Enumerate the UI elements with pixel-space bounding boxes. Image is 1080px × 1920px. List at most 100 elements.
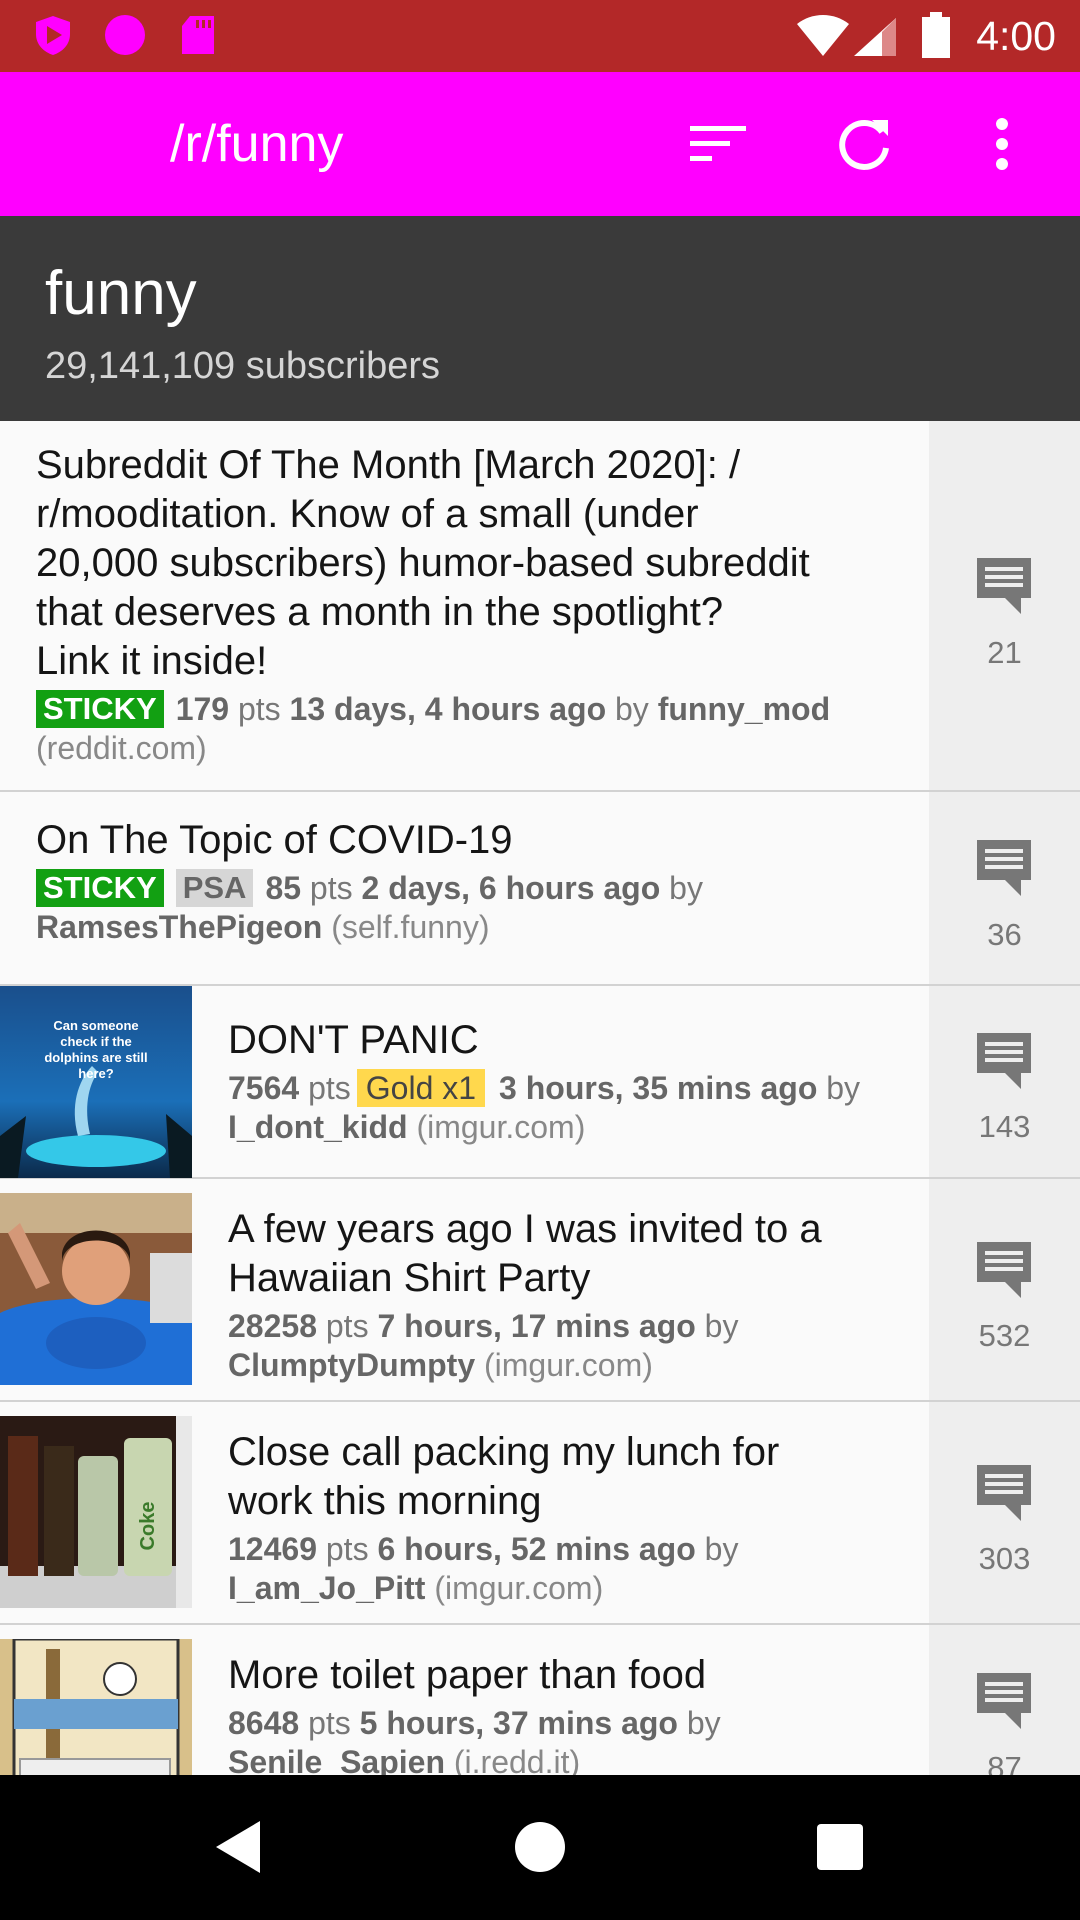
navigation-bar	[0, 1775, 1080, 1920]
post-domain: (imgur.com)	[434, 1570, 604, 1606]
subreddit-name: funny	[45, 259, 197, 328]
comment-count: 303	[978, 1541, 1031, 1576]
post-item[interactable]: A few years ago I was invited to a Hawai…	[0, 1179, 1080, 1402]
post-item[interactable]: Can someone check if the dolphins are st…	[0, 986, 1080, 1179]
comments-button[interactable]: 303	[929, 1402, 1080, 1623]
sd-card-icon	[182, 16, 214, 54]
sort-icon	[690, 126, 746, 161]
comment-icon	[977, 558, 1031, 614]
post-item[interactable]: On The Topic of COVID-19 STICKY PSA 85 pts…	[0, 792, 1080, 986]
post-title[interactable]: More toilet paper than food	[228, 1651, 899, 1700]
app-title: /r/funny	[170, 115, 344, 173]
comment-count: 532	[978, 1318, 1031, 1353]
post-list[interactable]: Subreddit Of The Month [March 2020]: / r…	[0, 421, 1080, 1775]
post-item[interactable]: More toilet paper than food 8648 pts 5 h…	[0, 1625, 1080, 1775]
post-age: 13 days, 4 hours ago	[289, 691, 607, 727]
comments-button[interactable]: 143	[929, 986, 1080, 1177]
sort-button[interactable]	[683, 108, 755, 180]
post-domain: (imgur.com)	[484, 1347, 653, 1383]
by-label: by	[826, 1070, 861, 1106]
pts-label: pts	[309, 870, 353, 906]
post-thumbnail[interactable]: Can someone check if the dolphins are st…	[0, 986, 192, 1178]
comment-icon	[977, 840, 1031, 896]
post-item[interactable]: Subreddit Of The Month [March 2020]: / r…	[0, 421, 1080, 792]
post-title[interactable]: A few years ago I was invited to a Hawai…	[228, 1205, 899, 1303]
post-score: 12469	[228, 1531, 317, 1567]
post-body[interactable]: A few years ago I was invited to a Hawai…	[0, 1179, 929, 1400]
comment-icon	[977, 1033, 1031, 1089]
by-label: by	[686, 1705, 721, 1741]
toilet-paper-thumbnail-image	[0, 1639, 192, 1775]
post-body[interactable]: On The Topic of COVID-19 STICKY PSA 85 pts…	[0, 792, 929, 984]
comment-count: 36	[987, 917, 1022, 952]
pts-label: pts	[237, 691, 281, 727]
post-meta: STICKY PSA 85 pts 2 days, 6 hours ago by Ra…	[36, 869, 899, 947]
post-score: 8648	[228, 1705, 300, 1741]
post-author[interactable]: ClumptyDumpty	[228, 1347, 475, 1383]
pts-label: pts	[325, 1531, 369, 1567]
post-body[interactable]: Coke Close call packing my lunch for wor…	[0, 1402, 929, 1623]
post-domain: (imgur.com)	[416, 1109, 586, 1145]
pts-label: pts	[308, 1705, 351, 1741]
post-body[interactable]: Subreddit Of The Month [March 2020]: / r…	[0, 421, 929, 790]
recents-icon[interactable]	[810, 1817, 870, 1877]
post-thumbnail[interactable]: Coke	[0, 1416, 192, 1608]
svg-text:dolphins are still: dolphins are still	[44, 1050, 147, 1065]
post-title[interactable]: On The Topic of COVID-19	[36, 816, 899, 865]
comments-button[interactable]: 87	[929, 1625, 1080, 1775]
post-author[interactable]: Senile_Sapien	[228, 1744, 445, 1775]
status-bar: 4:00	[0, 0, 1080, 72]
post-author[interactable]: I_am_Jo_Pitt	[228, 1570, 425, 1606]
post-domain: (reddit.com)	[36, 730, 207, 766]
post-thumbnail[interactable]	[0, 1193, 192, 1385]
post-domain: (self.funny)	[331, 909, 490, 945]
post-body[interactable]: More toilet paper than food 8648 pts 5 h…	[0, 1625, 929, 1775]
psa-flair: PSA	[175, 869, 254, 907]
signal-icon	[854, 18, 896, 56]
by-label: by	[615, 691, 649, 727]
back-icon[interactable]	[210, 1817, 270, 1877]
circle-icon	[105, 15, 145, 55]
comment-count: 143	[978, 1109, 1031, 1144]
post-meta: 28258 pts 7 hours, 17 mins ago by Clumpty…	[228, 1307, 899, 1385]
sticky-flair: STICKY	[36, 690, 164, 728]
subreddit-header: funny 29,141,109 subscribers	[0, 216, 1080, 421]
post-author[interactable]: funny_mod	[658, 691, 830, 727]
comments-button[interactable]: 21	[929, 421, 1080, 790]
dolphin-thumbnail-image: Can someone check if the dolphins are st…	[0, 986, 192, 1178]
post-author[interactable]: I_dont_kidd	[228, 1109, 408, 1145]
refresh-button[interactable]	[828, 108, 900, 180]
post-domain: (i.redd.it)	[453, 1744, 581, 1775]
battery-icon	[922, 12, 950, 58]
shield-icon	[36, 16, 70, 55]
thumbnail-text: Coke	[137, 1502, 159, 1551]
shirt-party-thumbnail-image	[0, 1193, 192, 1385]
post-score: 7564	[228, 1070, 300, 1106]
by-label: by	[669, 870, 703, 906]
post-age: 2 days, 6 hours ago	[361, 870, 661, 906]
post-title[interactable]: Subreddit Of The Month [March 2020]: / r…	[36, 441, 899, 686]
post-thumbnail[interactable]	[0, 1639, 192, 1775]
comment-count: 21	[987, 635, 1022, 670]
post-body[interactable]: Can someone check if the dolphins are st…	[0, 986, 929, 1178]
pts-label: pts	[308, 1070, 351, 1106]
sticky-flair: STICKY	[36, 869, 164, 907]
post-author[interactable]: RamsesThePigeon	[36, 909, 322, 945]
comment-icon	[977, 1465, 1031, 1521]
post-title[interactable]: DON'T PANIC	[228, 1016, 899, 1065]
svg-text:here?: here?	[78, 1066, 113, 1081]
post-item[interactable]: Coke Close call packing my lunch for wor…	[0, 1402, 1080, 1625]
wifi-icon	[797, 15, 849, 56]
more-icon	[996, 118, 1008, 170]
comments-button[interactable]: 36	[929, 792, 1080, 984]
post-title[interactable]: Close call packing my lunch for work thi…	[228, 1428, 899, 1526]
home-icon[interactable]	[510, 1817, 570, 1877]
post-meta: 8648 pts 5 hours, 37 mins ago by Senile_S…	[228, 1704, 899, 1775]
post-age: 5 hours, 37 mins ago	[359, 1705, 678, 1741]
post-age: 3 hours, 35 mins ago	[499, 1070, 818, 1106]
status-clock: 4:00	[976, 13, 1056, 59]
app-bar: /r/funny	[0, 72, 1080, 216]
more-options-button[interactable]	[966, 108, 1038, 180]
post-age: 6 hours, 52 mins ago	[377, 1531, 696, 1567]
comments-button[interactable]: 532	[929, 1179, 1080, 1400]
